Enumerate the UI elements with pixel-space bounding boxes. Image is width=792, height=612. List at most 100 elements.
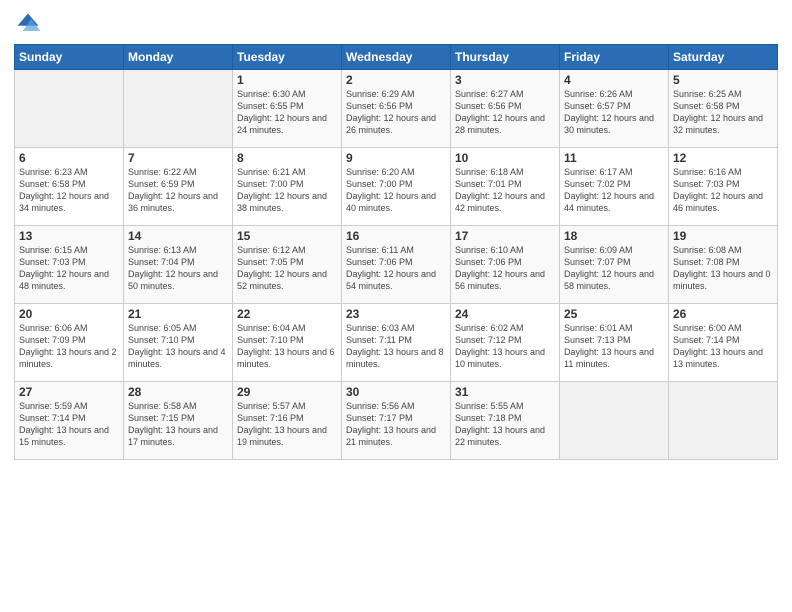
day-info: Sunrise: 6:29 AM Sunset: 6:56 PM Dayligh… xyxy=(346,88,446,137)
day-number: 17 xyxy=(455,229,555,243)
day-number: 27 xyxy=(19,385,119,399)
day-number: 23 xyxy=(346,307,446,321)
day-cell: 2Sunrise: 6:29 AM Sunset: 6:56 PM Daylig… xyxy=(342,70,451,148)
day-cell: 28Sunrise: 5:58 AM Sunset: 7:15 PM Dayli… xyxy=(124,382,233,460)
day-info: Sunrise: 6:02 AM Sunset: 7:12 PM Dayligh… xyxy=(455,322,555,371)
day-cell: 18Sunrise: 6:09 AM Sunset: 7:07 PM Dayli… xyxy=(560,226,669,304)
header-cell-monday: Monday xyxy=(124,45,233,70)
day-number: 12 xyxy=(673,151,773,165)
day-info: Sunrise: 6:25 AM Sunset: 6:58 PM Dayligh… xyxy=(673,88,773,137)
day-number: 21 xyxy=(128,307,228,321)
day-info: Sunrise: 6:27 AM Sunset: 6:56 PM Dayligh… xyxy=(455,88,555,137)
day-number: 5 xyxy=(673,73,773,87)
day-number: 10 xyxy=(455,151,555,165)
day-number: 22 xyxy=(237,307,337,321)
day-cell: 23Sunrise: 6:03 AM Sunset: 7:11 PM Dayli… xyxy=(342,304,451,382)
day-info: Sunrise: 5:59 AM Sunset: 7:14 PM Dayligh… xyxy=(19,400,119,449)
day-info: Sunrise: 6:00 AM Sunset: 7:14 PM Dayligh… xyxy=(673,322,773,371)
day-info: Sunrise: 6:23 AM Sunset: 6:58 PM Dayligh… xyxy=(19,166,119,215)
day-info: Sunrise: 5:58 AM Sunset: 7:15 PM Dayligh… xyxy=(128,400,228,449)
calendar-page: SundayMondayTuesdayWednesdayThursdayFrid… xyxy=(0,0,792,612)
day-number: 14 xyxy=(128,229,228,243)
day-number: 7 xyxy=(128,151,228,165)
day-info: Sunrise: 6:04 AM Sunset: 7:10 PM Dayligh… xyxy=(237,322,337,371)
day-cell: 4Sunrise: 6:26 AM Sunset: 6:57 PM Daylig… xyxy=(560,70,669,148)
logo-icon xyxy=(14,10,42,38)
day-cell: 26Sunrise: 6:00 AM Sunset: 7:14 PM Dayli… xyxy=(669,304,778,382)
day-number: 20 xyxy=(19,307,119,321)
day-number: 9 xyxy=(346,151,446,165)
day-number: 26 xyxy=(673,307,773,321)
day-info: Sunrise: 6:26 AM Sunset: 6:57 PM Dayligh… xyxy=(564,88,664,137)
day-number: 8 xyxy=(237,151,337,165)
day-number: 18 xyxy=(564,229,664,243)
day-info: Sunrise: 6:15 AM Sunset: 7:03 PM Dayligh… xyxy=(19,244,119,293)
day-cell: 6Sunrise: 6:23 AM Sunset: 6:58 PM Daylig… xyxy=(15,148,124,226)
day-cell: 5Sunrise: 6:25 AM Sunset: 6:58 PM Daylig… xyxy=(669,70,778,148)
header-row: SundayMondayTuesdayWednesdayThursdayFrid… xyxy=(15,45,778,70)
day-info: Sunrise: 6:16 AM Sunset: 7:03 PM Dayligh… xyxy=(673,166,773,215)
day-info: Sunrise: 6:20 AM Sunset: 7:00 PM Dayligh… xyxy=(346,166,446,215)
day-number: 11 xyxy=(564,151,664,165)
day-info: Sunrise: 5:55 AM Sunset: 7:18 PM Dayligh… xyxy=(455,400,555,449)
header-cell-saturday: Saturday xyxy=(669,45,778,70)
calendar-header: SundayMondayTuesdayWednesdayThursdayFrid… xyxy=(15,45,778,70)
day-number: 4 xyxy=(564,73,664,87)
day-cell: 17Sunrise: 6:10 AM Sunset: 7:06 PM Dayli… xyxy=(451,226,560,304)
day-cell: 7Sunrise: 6:22 AM Sunset: 6:59 PM Daylig… xyxy=(124,148,233,226)
header-cell-wednesday: Wednesday xyxy=(342,45,451,70)
logo xyxy=(14,10,46,38)
day-cell: 19Sunrise: 6:08 AM Sunset: 7:08 PM Dayli… xyxy=(669,226,778,304)
day-cell: 29Sunrise: 5:57 AM Sunset: 7:16 PM Dayli… xyxy=(233,382,342,460)
day-info: Sunrise: 6:10 AM Sunset: 7:06 PM Dayligh… xyxy=(455,244,555,293)
day-cell: 21Sunrise: 6:05 AM Sunset: 7:10 PM Dayli… xyxy=(124,304,233,382)
header-cell-thursday: Thursday xyxy=(451,45,560,70)
day-number: 19 xyxy=(673,229,773,243)
day-number: 16 xyxy=(346,229,446,243)
day-number: 15 xyxy=(237,229,337,243)
day-info: Sunrise: 6:13 AM Sunset: 7:04 PM Dayligh… xyxy=(128,244,228,293)
week-row-3: 13Sunrise: 6:15 AM Sunset: 7:03 PM Dayli… xyxy=(15,226,778,304)
day-cell: 25Sunrise: 6:01 AM Sunset: 7:13 PM Dayli… xyxy=(560,304,669,382)
day-cell: 24Sunrise: 6:02 AM Sunset: 7:12 PM Dayli… xyxy=(451,304,560,382)
day-info: Sunrise: 6:05 AM Sunset: 7:10 PM Dayligh… xyxy=(128,322,228,371)
day-info: Sunrise: 6:22 AM Sunset: 6:59 PM Dayligh… xyxy=(128,166,228,215)
day-number: 31 xyxy=(455,385,555,399)
day-info: Sunrise: 5:56 AM Sunset: 7:17 PM Dayligh… xyxy=(346,400,446,449)
day-info: Sunrise: 6:01 AM Sunset: 7:13 PM Dayligh… xyxy=(564,322,664,371)
day-info: Sunrise: 6:30 AM Sunset: 6:55 PM Dayligh… xyxy=(237,88,337,137)
day-cell: 16Sunrise: 6:11 AM Sunset: 7:06 PM Dayli… xyxy=(342,226,451,304)
day-number: 2 xyxy=(346,73,446,87)
header-cell-tuesday: Tuesday xyxy=(233,45,342,70)
day-cell: 14Sunrise: 6:13 AM Sunset: 7:04 PM Dayli… xyxy=(124,226,233,304)
week-row-2: 6Sunrise: 6:23 AM Sunset: 6:58 PM Daylig… xyxy=(15,148,778,226)
day-cell xyxy=(669,382,778,460)
day-info: Sunrise: 6:11 AM Sunset: 7:06 PM Dayligh… xyxy=(346,244,446,293)
day-cell: 31Sunrise: 5:55 AM Sunset: 7:18 PM Dayli… xyxy=(451,382,560,460)
day-info: Sunrise: 6:06 AM Sunset: 7:09 PM Dayligh… xyxy=(19,322,119,371)
header xyxy=(14,10,778,38)
day-cell xyxy=(560,382,669,460)
day-cell: 27Sunrise: 5:59 AM Sunset: 7:14 PM Dayli… xyxy=(15,382,124,460)
day-info: Sunrise: 6:08 AM Sunset: 7:08 PM Dayligh… xyxy=(673,244,773,293)
day-number: 6 xyxy=(19,151,119,165)
header-cell-friday: Friday xyxy=(560,45,669,70)
day-cell: 11Sunrise: 6:17 AM Sunset: 7:02 PM Dayli… xyxy=(560,148,669,226)
day-number: 25 xyxy=(564,307,664,321)
day-cell: 15Sunrise: 6:12 AM Sunset: 7:05 PM Dayli… xyxy=(233,226,342,304)
week-row-4: 20Sunrise: 6:06 AM Sunset: 7:09 PM Dayli… xyxy=(15,304,778,382)
week-row-5: 27Sunrise: 5:59 AM Sunset: 7:14 PM Dayli… xyxy=(15,382,778,460)
day-cell: 30Sunrise: 5:56 AM Sunset: 7:17 PM Dayli… xyxy=(342,382,451,460)
day-cell: 8Sunrise: 6:21 AM Sunset: 7:00 PM Daylig… xyxy=(233,148,342,226)
day-cell: 3Sunrise: 6:27 AM Sunset: 6:56 PM Daylig… xyxy=(451,70,560,148)
week-row-1: 1Sunrise: 6:30 AM Sunset: 6:55 PM Daylig… xyxy=(15,70,778,148)
day-number: 28 xyxy=(128,385,228,399)
calendar-table: SundayMondayTuesdayWednesdayThursdayFrid… xyxy=(14,44,778,460)
day-info: Sunrise: 6:09 AM Sunset: 7:07 PM Dayligh… xyxy=(564,244,664,293)
day-info: Sunrise: 6:18 AM Sunset: 7:01 PM Dayligh… xyxy=(455,166,555,215)
day-info: Sunrise: 6:21 AM Sunset: 7:00 PM Dayligh… xyxy=(237,166,337,215)
day-info: Sunrise: 6:03 AM Sunset: 7:11 PM Dayligh… xyxy=(346,322,446,371)
day-info: Sunrise: 5:57 AM Sunset: 7:16 PM Dayligh… xyxy=(237,400,337,449)
day-cell: 20Sunrise: 6:06 AM Sunset: 7:09 PM Dayli… xyxy=(15,304,124,382)
header-cell-sunday: Sunday xyxy=(15,45,124,70)
